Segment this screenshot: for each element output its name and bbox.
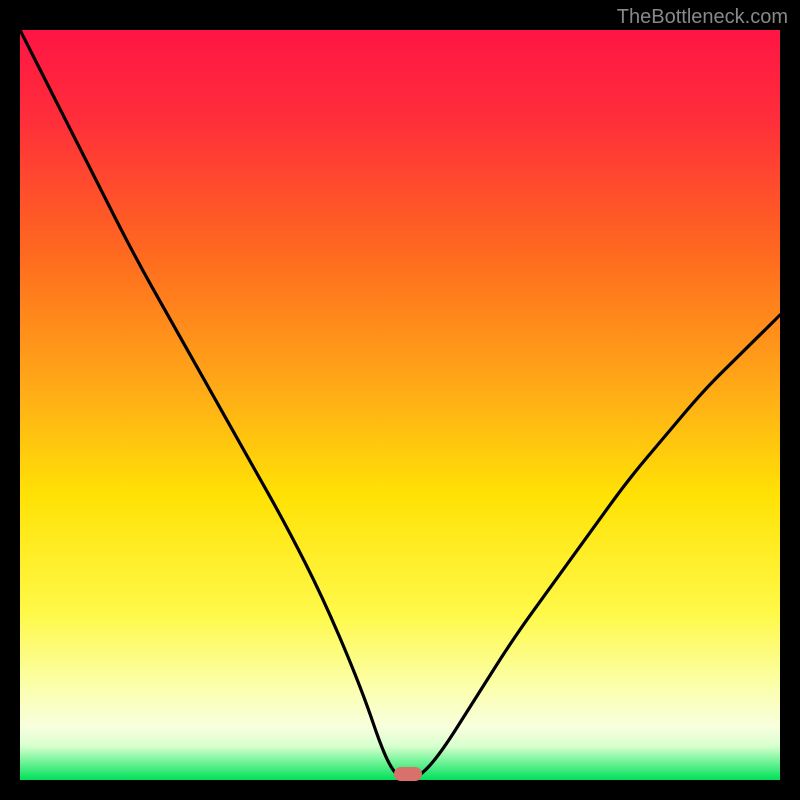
minimum-marker [394,767,422,781]
bottleneck-curve [20,30,780,780]
attribution-text: TheBottleneck.com [617,6,788,29]
plot-area [20,30,780,780]
